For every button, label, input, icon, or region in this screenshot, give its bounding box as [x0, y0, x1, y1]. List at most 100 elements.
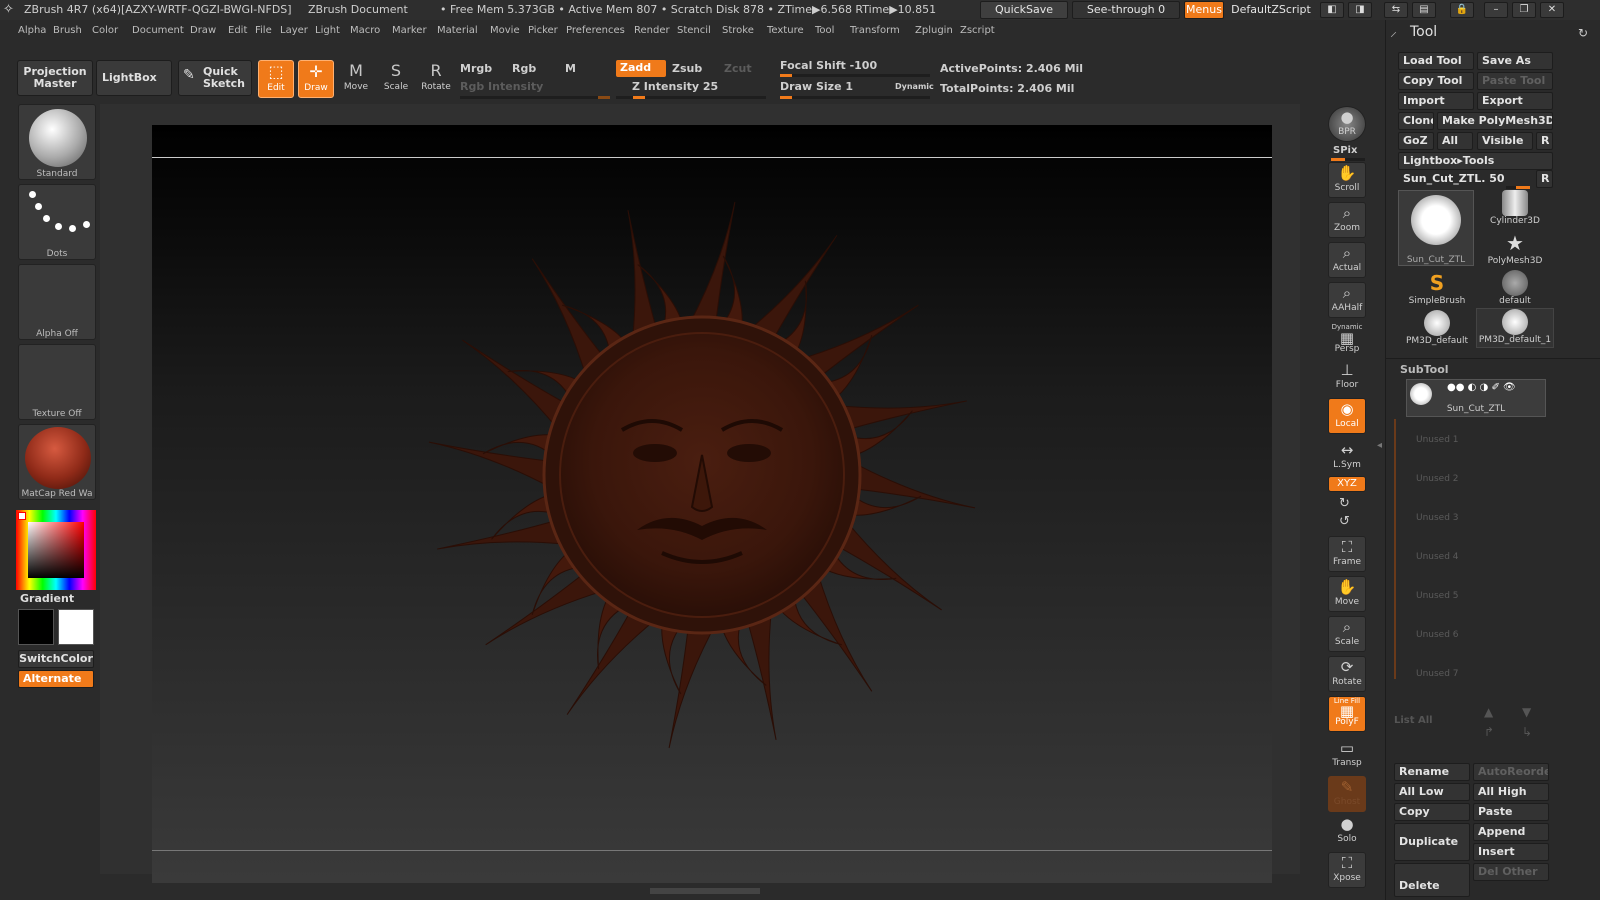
layout-right-icon[interactable]: ◨ — [1348, 2, 1372, 18]
import-button[interactable]: Import — [1398, 92, 1474, 110]
see-through-slider[interactable]: See-through 0 — [1072, 1, 1180, 19]
transp-button[interactable]: ▭ Transp — [1328, 738, 1366, 774]
material-selector[interactable]: MatCap Red Wa — [18, 424, 96, 500]
gradient-label[interactable]: Gradient — [20, 592, 74, 605]
draw-size-slider[interactable]: Draw Size 1 — [780, 80, 853, 93]
alpha-selector[interactable]: Alpha Off — [18, 264, 96, 340]
frame-button[interactable]: ⛶ Frame — [1328, 536, 1366, 572]
layout-left-icon[interactable]: ◧ — [1320, 2, 1344, 18]
floor-button[interactable]: ⊥ Floor — [1328, 360, 1366, 396]
menu-transform[interactable]: Transform — [850, 25, 900, 36]
append-button[interactable]: Append — [1473, 823, 1549, 841]
rgb-intensity-slider[interactable]: Rgb Intensity — [460, 80, 543, 93]
solo-button[interactable]: ● Solo — [1328, 814, 1366, 850]
projection-master-button[interactable]: Projection Master — [17, 60, 93, 96]
menu-movie[interactable]: Movie — [490, 25, 520, 36]
menu-alpha[interactable]: Alpha — [18, 25, 46, 36]
polyf-button[interactable]: Line Fill ▦ PolyF — [1328, 696, 1366, 732]
menu-zscript[interactable]: Zscript — [960, 25, 995, 36]
menu-marker[interactable]: Marker — [392, 25, 427, 36]
main-color-swatch[interactable] — [58, 609, 94, 645]
menu-light[interactable]: Light — [315, 25, 340, 36]
texture-selector[interactable]: Texture Off — [18, 344, 96, 420]
move-down-icon[interactable]: ▼ — [1522, 705, 1531, 719]
tool-thumb-pm3d-default[interactable]: PM3D_default — [1398, 310, 1476, 348]
current-tool-r-button[interactable]: R — [1536, 170, 1553, 188]
tool-thumb-sun-cut[interactable]: Sun_Cut_ZTL — [1398, 190, 1474, 266]
rename-button[interactable]: Rename — [1394, 763, 1470, 781]
tool-thumb-default[interactable]: default — [1476, 270, 1554, 308]
right-tray-collapse-icon[interactable]: ◂ — [1377, 440, 1382, 470]
xyz-button[interactable]: XYZ — [1328, 476, 1366, 492]
persp-button[interactable]: Dynamic ▦ Persp — [1328, 322, 1366, 358]
move-mode-button[interactable]: M Move — [338, 60, 374, 98]
document-canvas[interactable] — [152, 125, 1272, 883]
del-other-button[interactable]: Del Other — [1473, 863, 1549, 881]
copy-tool-button[interactable]: Copy Tool — [1398, 72, 1474, 90]
menu-preferences[interactable]: Preferences — [566, 25, 625, 36]
switch-color-button[interactable]: SwitchColor — [18, 650, 94, 668]
tool-thumb-cylinder3d[interactable]: Cylinder3D — [1476, 190, 1554, 228]
tool-palette-title[interactable]: Tool — [1410, 24, 1437, 40]
zadd-button[interactable]: Zadd — [616, 60, 666, 77]
zoom-button[interactable]: ⌕ Zoom — [1328, 202, 1366, 238]
zcut-button[interactable]: Zcut — [724, 62, 752, 75]
menu-material[interactable]: Material — [437, 25, 478, 36]
move-down-arrow-icon[interactable]: ↳ — [1522, 725, 1532, 739]
make-polymesh3d-button[interactable]: Make PolyMesh3D — [1437, 112, 1553, 130]
insert-button[interactable]: Insert — [1473, 843, 1549, 861]
quicksave-button[interactable]: QuickSave — [980, 1, 1068, 19]
copy-subtool-button[interactable]: Copy — [1394, 803, 1470, 821]
secondary-color-swatch[interactable] — [18, 609, 54, 645]
spix-slider[interactable]: SPix — [1333, 145, 1357, 156]
load-tool-button[interactable]: Load Tool — [1398, 52, 1474, 70]
menu-render[interactable]: Render — [634, 25, 670, 36]
sun-sculpt-model[interactable] — [417, 185, 987, 765]
minimize-icon[interactable]: – — [1484, 2, 1508, 18]
bpr-button[interactable]: ● BPR — [1328, 106, 1366, 142]
alternate-button[interactable]: Alternate — [18, 670, 94, 688]
list-all-button[interactable]: List All — [1394, 715, 1433, 726]
goz-r-button[interactable]: R — [1536, 132, 1553, 150]
rgb-intensity-track[interactable] — [460, 96, 610, 99]
close-icon[interactable]: ✕ — [1540, 2, 1564, 18]
tool-thumb-simplebrush[interactable]: S SimpleBrush — [1398, 270, 1476, 308]
aahalf-button[interactable]: ⌕ AAHalf — [1328, 282, 1366, 318]
menu-layer[interactable]: Layer — [280, 25, 308, 36]
subtool-visibility-icons[interactable]: ●● ◐ ◑ ✐ 👁 — [1447, 382, 1516, 393]
menu-brush[interactable]: Brush — [53, 25, 82, 36]
maximize-icon[interactable]: ❐ — [1512, 2, 1536, 18]
m-button[interactable]: M — [565, 62, 576, 75]
lsym-button[interactable]: ↔ L.Sym — [1328, 440, 1366, 476]
mrgb-button[interactable]: Mrgb — [460, 62, 492, 75]
paste-subtool-button[interactable]: Paste — [1473, 803, 1549, 821]
autoreorder-button[interactable]: AutoReorder — [1473, 763, 1549, 781]
scale-mode-button[interactable]: S Scale — [378, 60, 414, 98]
default-zscript-button[interactable]: DefaultZScript — [1226, 1, 1316, 19]
bottom-shelf-handle[interactable] — [650, 888, 760, 894]
edit-mode-button[interactable]: ⬚ Edit — [258, 60, 294, 98]
all-high-button[interactable]: All High — [1473, 783, 1549, 801]
move-up-icon[interactable]: ▲ — [1484, 705, 1493, 719]
subtool-scrollbar[interactable] — [1394, 419, 1396, 679]
menu-draw[interactable]: Draw — [190, 25, 216, 36]
goz-visible-button[interactable]: Visible — [1477, 132, 1533, 150]
z-intensity-slider[interactable]: Z Intensity 25 — [632, 80, 718, 93]
goz-all-button[interactable]: All — [1437, 132, 1473, 150]
draw-mode-button[interactable]: ✛ Draw — [298, 60, 334, 98]
menu-macro[interactable]: Macro — [350, 25, 380, 36]
spix-track[interactable] — [1331, 158, 1365, 161]
menu-zplugin[interactable]: Zplugin — [915, 25, 953, 36]
focal-shift-track[interactable] — [780, 74, 930, 77]
local-button[interactable]: ◉ Local — [1328, 398, 1366, 434]
xpose-button[interactable]: ⛶ Xpose — [1328, 852, 1366, 888]
rotate-mode-button[interactable]: R Rotate — [418, 60, 454, 98]
menu-tool[interactable]: Tool — [815, 25, 834, 36]
current-tool-track[interactable] — [1506, 186, 1530, 189]
goz-button[interactable]: GoZ — [1398, 132, 1434, 150]
menu-document[interactable]: Document — [132, 25, 184, 36]
scale-view-button[interactable]: ⌕ Scale — [1328, 616, 1366, 652]
brush-selector[interactable]: Standard — [18, 104, 96, 180]
export-button[interactable]: Export — [1477, 92, 1553, 110]
rotate-z-icon[interactable]: ↺ — [1339, 514, 1350, 529]
